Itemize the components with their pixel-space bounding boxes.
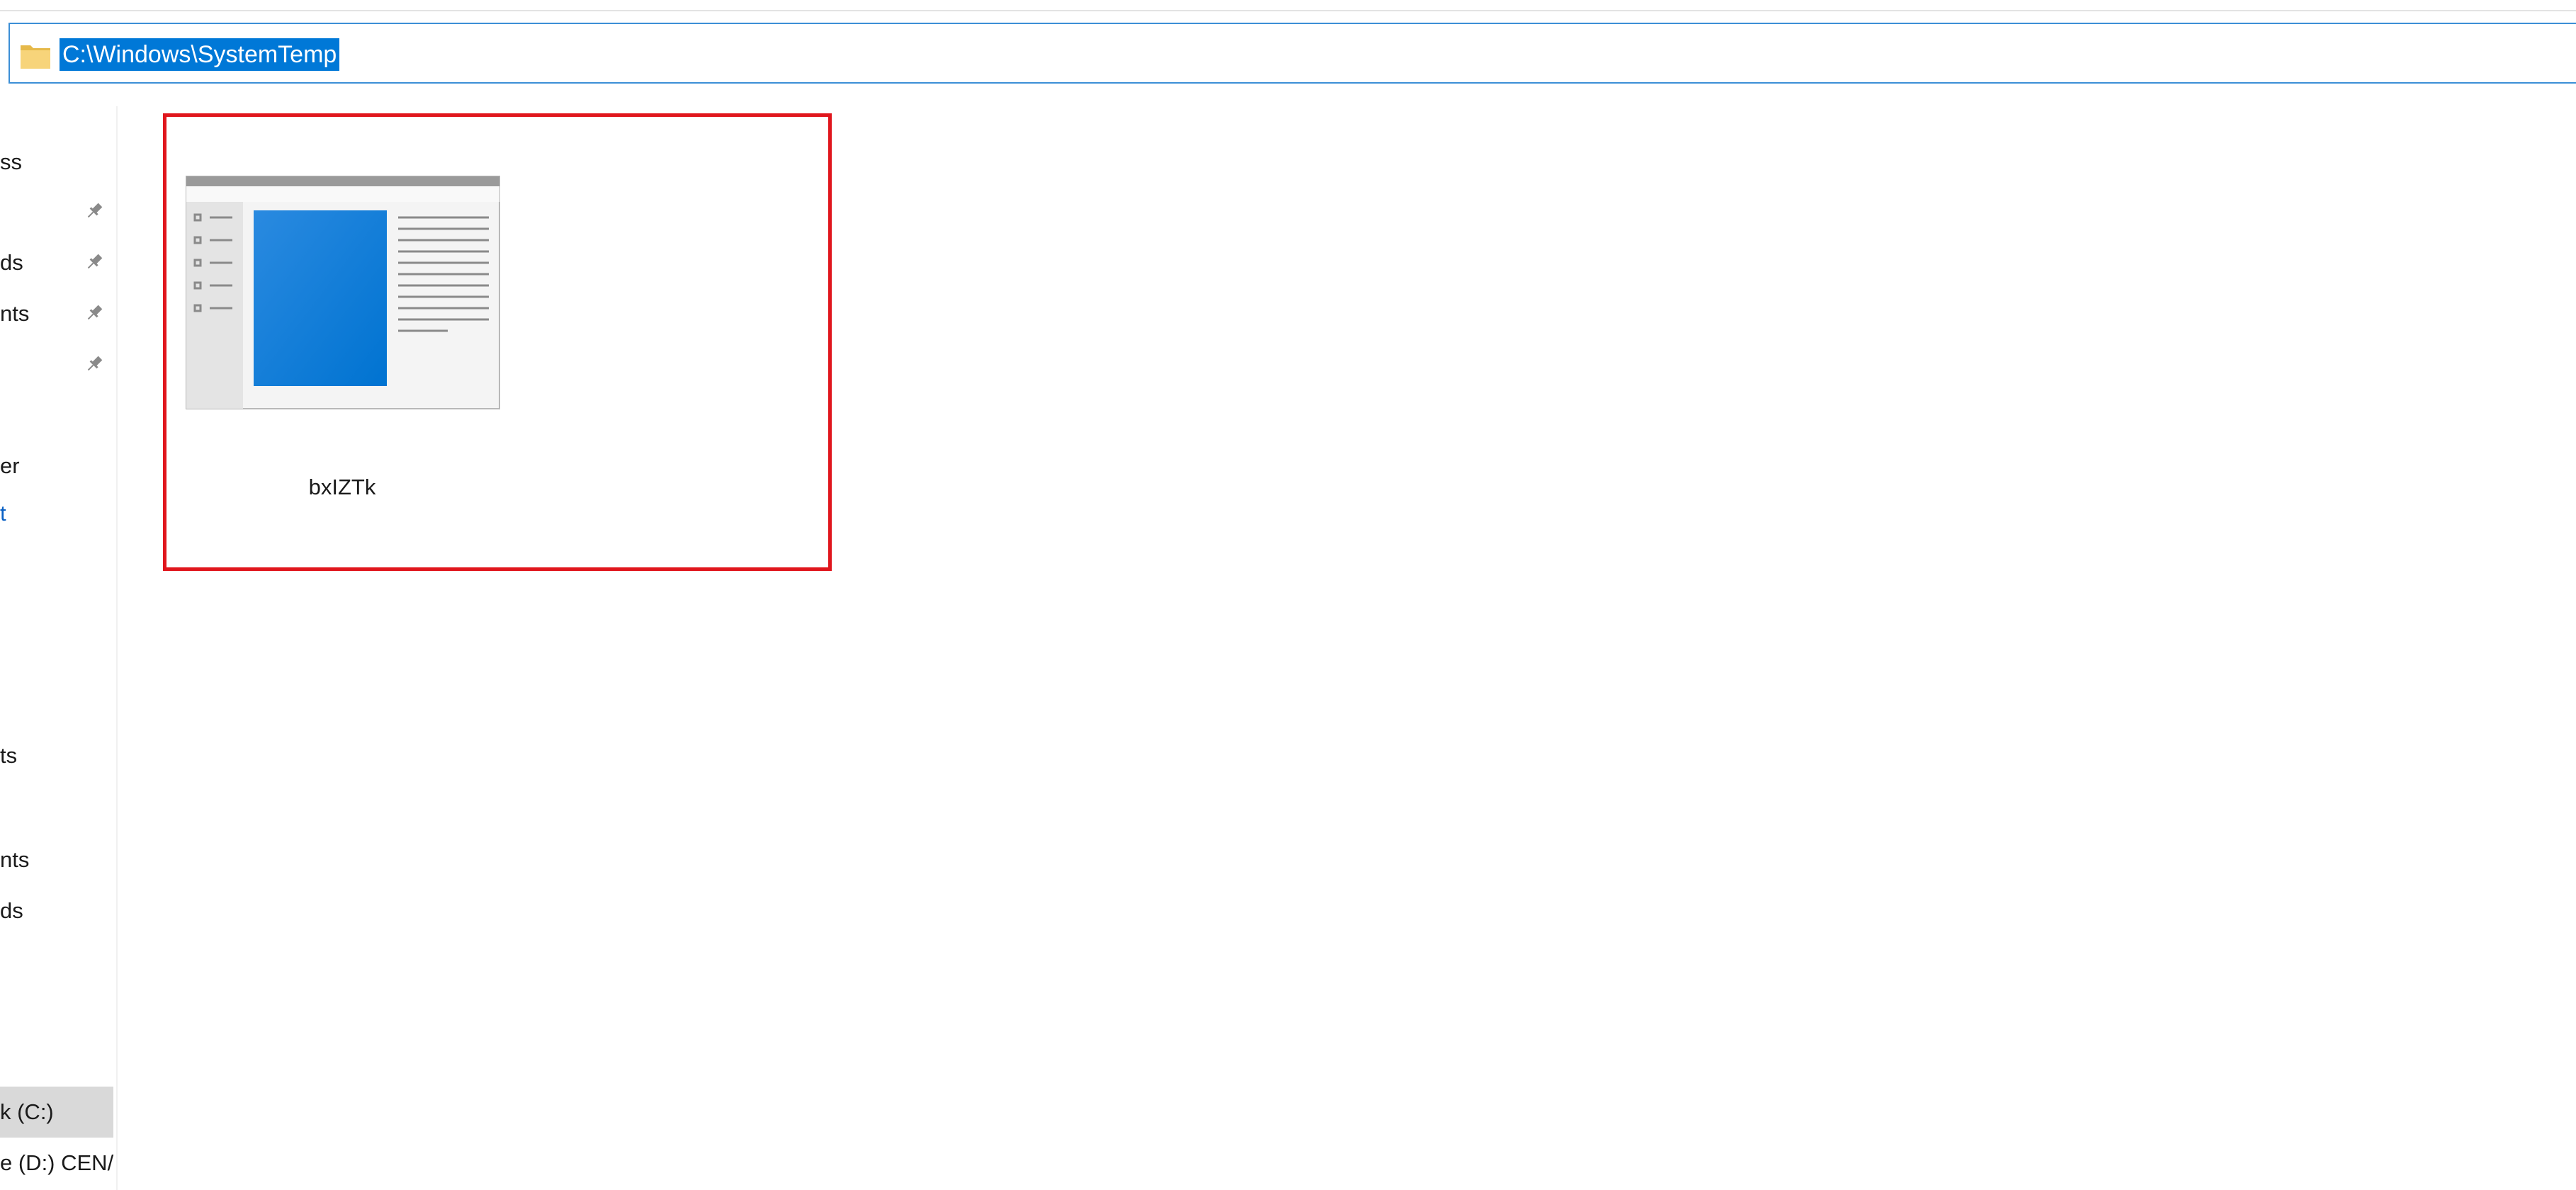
nav-item-label: er [0, 453, 20, 478]
pin-icon [84, 353, 105, 375]
address-path-input[interactable]: C:\Windows\SystemTemp [60, 38, 340, 71]
nav-item-objects[interactable]: ts [0, 738, 17, 774]
window-top-border [0, 10, 2576, 11]
nav-item-label: ts [0, 743, 18, 768]
navigation-pane: ss ds nts er t ts nts ds k (C:) e (D:) C… [0, 84, 119, 1190]
file-name-label: bxIZTk [308, 475, 376, 499]
nav-item-label: ds [0, 898, 23, 923]
pin-icon [84, 302, 105, 324]
nav-item-label: k (C:) [0, 1099, 54, 1124]
nav-item-downloads[interactable]: ds [0, 245, 23, 280]
nav-item-label: nts [0, 847, 30, 872]
nav-pane-divider [116, 106, 118, 1190]
nav-item-label: nts [0, 301, 30, 326]
file-list-area: bxIZTk [119, 84, 2576, 1190]
nav-item-label: t [0, 501, 6, 526]
nav-item-downloads-2[interactable]: ds [0, 893, 23, 929]
pin-icon [84, 251, 105, 273]
nav-item-documents-2[interactable]: nts [0, 842, 29, 878]
nav-item-documents[interactable]: nts [0, 296, 29, 332]
nav-item-label: e (D:) CEN/ [0, 1150, 114, 1175]
address-bar[interactable]: C:\Windows\SystemTemp [9, 23, 2576, 84]
nav-item-quick-access[interactable]: ss [0, 144, 22, 180]
application-window-thumbnail-icon [186, 176, 500, 409]
nav-item-drive-d[interactable]: e (D:) CEN/ [0, 1138, 115, 1189]
nav-item-link[interactable]: t [0, 496, 6, 531]
nav-item-label: ss [0, 149, 22, 174]
pin-icon [84, 200, 105, 222]
nav-item-folder[interactable]: er [0, 448, 20, 484]
folder-icon [20, 41, 51, 69]
nav-item-label: ds [0, 250, 23, 275]
nav-item-local-disk-c[interactable]: k (C:) [0, 1087, 113, 1138]
